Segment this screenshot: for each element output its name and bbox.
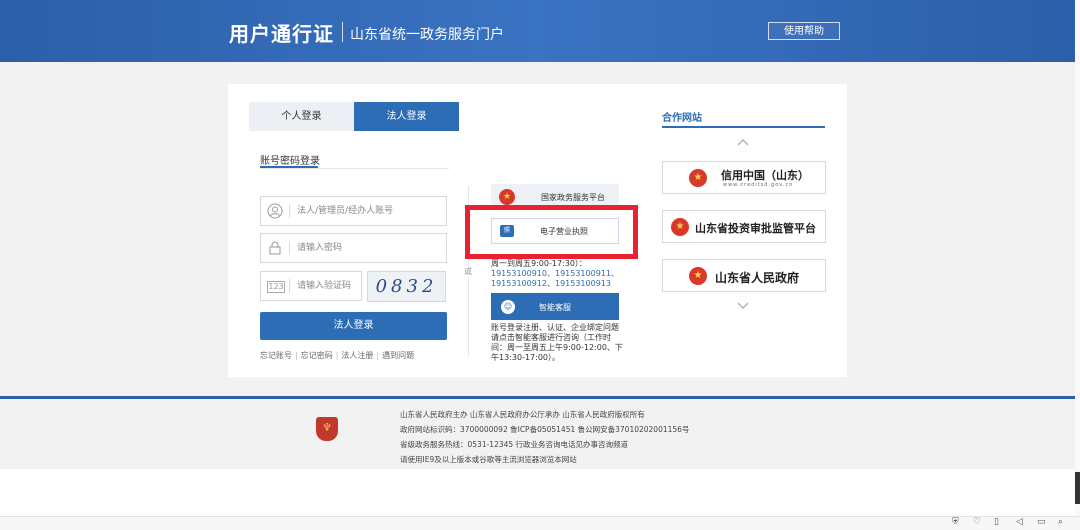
chevron-down-icon[interactable] [735,300,751,314]
hotline-numbers: 19153100910、19153100911、19153100912、1915… [491,269,619,288]
field-divider [289,204,290,218]
partner-name: 山东省人民政府 [715,271,800,285]
link-separator: | [376,351,380,360]
national-emblem-icon: ★ [671,218,689,236]
government-seal-icon: ♆ [316,417,338,441]
captcha-field: 123 [260,271,362,301]
account-field [260,196,447,226]
hotline-hours: 周一到周五9:00-17:30）： [491,259,587,268]
chat-bubble-icon: ☺ [501,300,515,314]
partner-shandong-government[interactable]: ★ 山东省人民政府 [662,259,826,292]
portal-subtitle: 山东省统一政务服务门户 [350,27,504,43]
footer-line-registration: 政府网站标识码：3700000092 鲁ICP备05051451 鲁公网安备37… [400,425,690,434]
captcha-image[interactable]: 0832 [367,271,446,302]
battery-icon[interactable]: ▯ [994,517,999,527]
link-separator: | [335,351,339,360]
legal-register-link[interactable]: 法人注册 [341,351,373,360]
tab-legal-login[interactable]: 法人登录 [354,102,459,131]
taskbar [0,516,1080,530]
partner-name: 信用中国（山东） [721,169,809,182]
field-divider [289,241,290,255]
subtab-divider [260,168,449,169]
password-field [260,233,447,263]
captcha-123-icon: 123 [267,281,285,293]
national-platform-label: 国家政务服务平台 [541,193,605,202]
subtab-password-login[interactable]: 账号密码登录 [260,152,320,167]
captcha-input[interactable] [297,276,359,296]
login-links: 忘记账号 | 忘记密码 | 法人注册 | 遇到问题 [260,350,414,361]
footer-line-hotline: 省级政务服务热线：0531-12345 行政业务咨询电话见办事咨询频道 [400,440,629,449]
header-bar [0,0,1075,62]
highlight-annotation-box [465,205,638,259]
footer-line-sponsor: 山东省人民政府主办 山东省人民政府办公厅承办 山东省人民政府版权所有 [400,410,645,419]
footer-line-browser-notice: 请使用IE9及以上版本或谷歌等主流浏览器浏览本网站 [400,455,577,464]
national-emblem-icon: ★ [689,169,707,187]
or-label: 或 [464,266,472,277]
link-separator: | [295,351,298,360]
user-icon [267,203,283,219]
chevron-up-icon[interactable] [735,136,751,150]
hotline-info: 周一到周五9:00-17:30）： 19153100910、1915310091… [491,259,626,289]
account-input[interactable] [297,201,437,221]
page-title: 用户通行证 [229,22,334,46]
smart-service-label: 智能客服 [539,303,571,312]
national-emblem-icon: ★ [499,189,515,205]
partners-title: 合作网站 [662,113,702,124]
forgot-account-link[interactable]: 忘记账号 [260,351,292,360]
speaker-icon[interactable]: ◁ [1016,517,1023,527]
scrollbar-thumb[interactable] [1075,472,1080,504]
field-divider [289,279,290,293]
window-icon[interactable]: ▭ [1037,517,1046,527]
lock-icon [267,240,283,256]
help-button[interactable]: 使用帮助 [768,22,840,40]
password-input[interactable] [297,238,437,258]
national-emblem-icon: ★ [689,267,707,285]
partners-title-underline [662,126,825,128]
problem-link[interactable]: 遇到问题 [382,351,414,360]
tab-personal-login[interactable]: 个人登录 [249,102,354,131]
partner-investment-approval-platform[interactable]: ★ 山东省投资审批监管平台 [662,210,826,243]
partner-name: 山东省投资审批监管平台 [695,222,816,235]
title-divider [342,22,343,42]
heart-icon[interactable]: ♡ [973,517,981,527]
partner-url: www.creditsd.gov.cn [723,182,794,188]
shield-icon[interactable]: ⛨ [952,517,959,527]
page-blank-area [0,469,1075,516]
forgot-password-link[interactable]: 忘记密码 [301,351,333,360]
scrollbar-track[interactable] [1075,0,1080,516]
legal-login-button[interactable]: 法人登录 [260,312,447,340]
partner-credit-china-shandong[interactable]: ★ 信用中国（山东） www.creditsd.gov.cn [662,161,826,194]
search-icon[interactable]: ⌕ [1058,517,1063,527]
smart-service-description: 账号登录注册、认证、企业绑定问题请点击智能客服进行咨询（工作时间：周一至周五上午… [491,323,623,362]
smart-service-button[interactable]: ☺ 智能客服 [491,293,619,320]
